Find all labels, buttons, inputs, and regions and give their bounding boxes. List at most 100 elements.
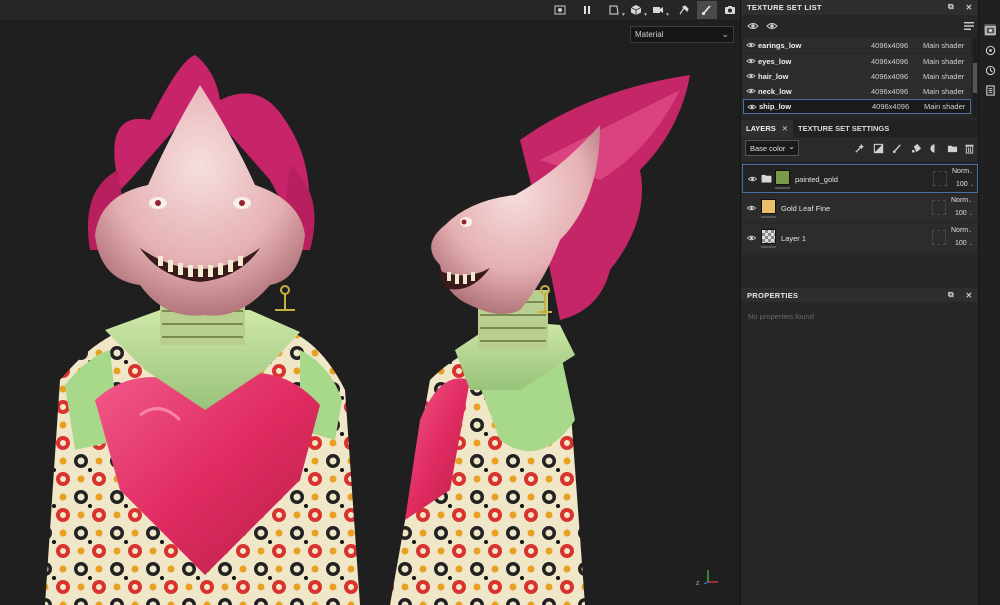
float-panel-icon[interactable]: ⧉ [946,2,956,12]
camera-icon[interactable] [720,1,740,19]
channel-select-value: Base color [750,143,786,153]
layer-name[interactable]: Layer 1 [781,234,806,243]
eye-settings-icon[interactable] [747,20,759,32]
character-side-view [390,75,690,605]
properties-header: PROPERTIES ⧉ ✕ [741,288,979,303]
texture-set-toolbar [741,15,979,37]
layer-row[interactable]: Layer 1 Norm⌄ 100 ⌄ [742,224,978,253]
panel-title: TEXTURE SET LIST [747,3,822,12]
layer-thumbnail-underline [761,246,776,248]
texture-set-row[interactable]: neck_low 4096x4096 Main shader [743,84,971,99]
texture-set-resolution: 4096x4096 [871,72,909,81]
properties-empty-text: No properties found [748,312,814,321]
add-paint-layer-icon[interactable] [891,142,903,154]
visibility-eye-icon[interactable] [746,40,756,50]
paint-roller-icon[interactable] [674,1,694,19]
visibility-eye-icon[interactable] [746,86,756,96]
texture-set-name: earings_low [758,41,802,50]
list-menu-icon[interactable] [963,20,975,32]
folder-icon [761,174,772,183]
texture-set-row[interactable]: eyes_low 4096x4096 Main shader [743,54,971,69]
layer-thumbnail-underline [761,216,776,218]
right-panels: TEXTURE SET LIST ⧉ ✕ earings_low 4096x40… [740,0,979,605]
visibility-eye-icon[interactable] [746,203,757,213]
layers-list: painted_gold Norm⌄ 100 ⌄ Gold Leaf Fine … [741,162,979,254]
texture-set-shader[interactable]: Main shader [923,87,964,96]
properties-panel: No properties found [741,302,979,605]
close-icon[interactable]: ✕ [964,2,974,12]
pause-icon[interactable] [577,1,597,19]
layer-opacity[interactable]: 100 ⌄ [955,210,973,217]
layer-row[interactable]: Gold Leaf Fine Norm⌄ 100 ⌄ [742,194,978,223]
add-mask-icon[interactable] [872,142,884,154]
close-icon[interactable]: ✕ [964,290,974,300]
visibility-eye-icon[interactable] [747,174,758,184]
3d-viewport[interactable]: ▼ ▼ ▼ Material ⌄ z [0,0,740,605]
settings-icon[interactable] [984,44,996,56]
texture-set-resolution: 4096x4096 [871,87,909,96]
visibility-eye-icon[interactable] [746,56,756,66]
layer-row-selected[interactable]: painted_gold Norm⌄ 100 ⌄ [742,164,978,193]
texture-set-resolution: 4096x4096 [872,102,910,111]
close-icon[interactable]: ✕ [782,124,788,133]
add-fill-layer-icon[interactable] [910,142,922,154]
texture-set-row[interactable]: hair_low 4096x4096 Main shader [743,69,971,84]
chevron-down-icon[interactable]: ▼ [665,12,670,18]
trash-icon[interactable] [963,142,975,154]
layer-thumbnail [761,229,776,244]
tab-layers[interactable]: LAYERS ✕ [741,120,794,137]
float-panel-icon[interactable]: ⧉ [946,290,956,300]
layer-thumbnail [761,199,776,214]
layer-mask-slot[interactable] [933,171,947,186]
texture-set-panel-icon[interactable] [984,24,996,36]
axis-gizmo: z [696,570,718,586]
layer-blend-mode[interactable]: Norm⌄ [951,197,972,204]
layer-name[interactable]: painted_gold [795,175,838,184]
layers-tab-bar: LAYERS ✕ TEXTURE SET SETTINGS [741,120,979,137]
texture-set-resolution: 4096x4096 [871,57,909,66]
texture-set-row-selected[interactable]: ship_low 4096x4096 Main shader [743,99,971,114]
svg-text:z: z [696,580,700,586]
texture-set-name: eyes_low [758,57,792,66]
visibility-eye-icon[interactable] [746,233,757,243]
tab-texture-set-settings[interactable]: TEXTURE SET SETTINGS [793,120,894,137]
texture-set-name: neck_low [758,87,792,96]
channel-select[interactable]: Base color ⌄ [745,140,799,156]
tab-label: LAYERS [746,124,776,133]
texture-set-scrollbar[interactable] [973,37,977,117]
layer-blend-mode[interactable]: Norm⌄ [951,227,972,234]
layer-opacity[interactable]: 100 ⌄ [956,181,974,188]
folder-icon[interactable] [946,142,958,154]
texture-set-name: hair_low [758,72,789,81]
tab-label: TEXTURE SET SETTINGS [798,124,890,133]
history-icon[interactable] [984,64,996,76]
scrollbar-thumb[interactable] [973,63,977,93]
layer-thumbnail-underline [775,187,790,189]
visibility-eye-icon[interactable] [747,102,757,112]
layer-blend-mode[interactable]: Norm⌄ [952,168,973,175]
panel-title: PROPERTIES [747,291,799,300]
layer-opacity[interactable]: 100 ⌄ [955,240,973,247]
add-smart-material-icon[interactable] [928,142,940,154]
texture-set-shader[interactable]: Main shader [923,72,964,81]
texture-set-shader[interactable]: Main shader [923,41,964,50]
texture-set-name: ship_low [759,102,792,111]
visibility-eye-icon[interactable] [746,71,756,81]
chevron-down-icon: ⌄ [788,142,795,151]
layers-toolbar: Base color ⌄ [741,137,979,161]
log-icon[interactable] [984,84,996,96]
add-effect-icon[interactable] [853,142,865,154]
texture-set-list-header: TEXTURE SET LIST ⧉ ✕ [741,0,979,15]
texture-set-shader[interactable]: Main shader [924,102,965,111]
layer-mask-slot[interactable] [932,230,946,245]
layer-mask-slot[interactable] [932,200,946,215]
texture-set-shader[interactable]: Main shader [923,57,964,66]
texture-set-row[interactable]: earings_low 4096x4096 Main shader [743,38,971,53]
screenshot-icon[interactable] [550,1,570,19]
brush-icon[interactable] [697,1,717,19]
eye-icon[interactable] [766,20,778,32]
right-icon-strip [978,0,1000,605]
layer-thumbnail [775,170,790,185]
layer-name[interactable]: Gold Leaf Fine [781,204,830,213]
character-front-view [45,55,360,605]
